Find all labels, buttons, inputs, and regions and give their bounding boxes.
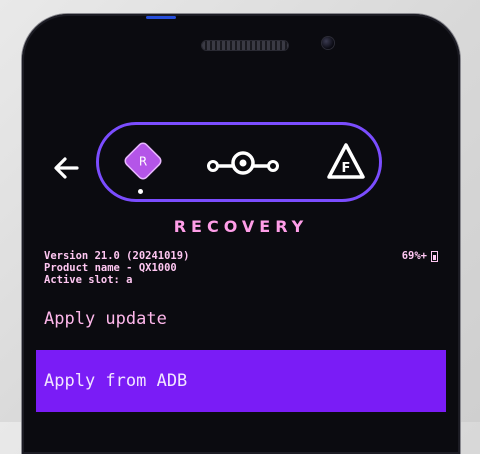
phone-frame: R F RECOVERY Version 21.0 (20241019) Pro…	[22, 14, 460, 454]
active-slot-text: Active slot: a	[44, 274, 133, 286]
battery-icon	[431, 250, 438, 262]
battery-status: 69%+	[402, 250, 438, 262]
earpiece-speaker	[202, 41, 288, 50]
battery-percent: 69%+	[401, 250, 427, 262]
menu-item-apply-update[interactable]: Apply update	[36, 302, 446, 336]
page-title: RECOVERY	[173, 217, 309, 236]
mode-selector: R F	[96, 122, 382, 202]
fastboot-mode-letter: F	[342, 161, 351, 176]
recovery-mode-icon[interactable]: R	[121, 139, 165, 183]
version-text: Version 21.0 (20241019)	[44, 250, 190, 262]
back-arrow-icon[interactable]	[51, 153, 81, 183]
product-name-text: Product name - QX1000	[44, 262, 177, 274]
recovery-mode-letter: R	[139, 155, 147, 169]
lineageos-icon[interactable]	[205, 147, 281, 177]
front-camera	[322, 37, 334, 49]
fastboot-mode-icon[interactable]: F	[325, 141, 367, 183]
recovery-screen: R F RECOVERY Version 21.0 (20241019) Pro…	[36, 98, 446, 438]
device-info: Version 21.0 (20241019) Product name - Q…	[44, 250, 189, 286]
selected-indicator	[138, 189, 143, 194]
menu-item-apply-from-adb[interactable]: Apply from ADB	[36, 350, 446, 412]
notification-led	[146, 16, 176, 19]
